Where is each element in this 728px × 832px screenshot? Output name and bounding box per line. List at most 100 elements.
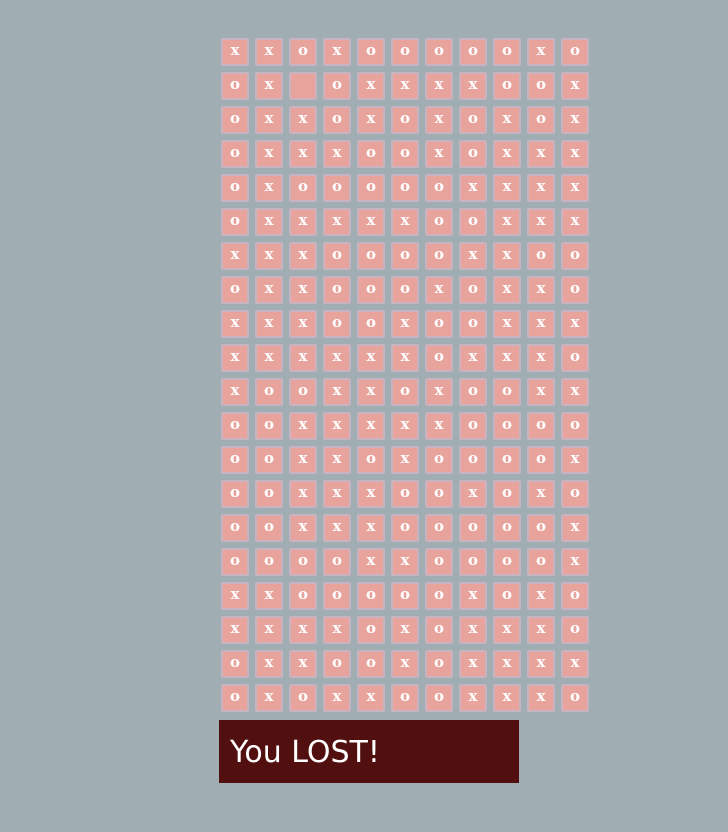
board-cell[interactable]: x <box>255 616 283 644</box>
board-cell[interactable]: o <box>425 344 453 372</box>
board-cell[interactable]: x <box>561 106 589 134</box>
board-cell[interactable]: x <box>493 650 521 678</box>
board-cell[interactable]: o <box>527 514 555 542</box>
board-cell[interactable]: x <box>255 650 283 678</box>
board-cell[interactable]: x <box>323 446 351 474</box>
board-cell[interactable]: o <box>459 276 487 304</box>
board-cell[interactable]: o <box>391 242 419 270</box>
board-cell[interactable]: o <box>323 242 351 270</box>
board-cell[interactable]: x <box>561 514 589 542</box>
board-cell[interactable]: x <box>357 378 385 406</box>
board-cell[interactable]: x <box>527 38 555 66</box>
board-cell[interactable]: o <box>459 106 487 134</box>
board-cell[interactable]: o <box>289 174 317 202</box>
board-cell[interactable]: o <box>459 548 487 576</box>
board-cell[interactable]: o <box>459 446 487 474</box>
board-cell[interactable]: x <box>221 310 249 338</box>
board-cell[interactable]: o <box>221 650 249 678</box>
board-cell[interactable]: o <box>323 310 351 338</box>
board-cell[interactable]: x <box>255 242 283 270</box>
board-cell[interactable]: x <box>493 140 521 168</box>
board-cell[interactable]: o <box>323 72 351 100</box>
board-cell[interactable]: o <box>493 480 521 508</box>
board-cell[interactable]: x <box>255 106 283 134</box>
board-cell[interactable]: o <box>221 276 249 304</box>
board-cell[interactable]: x <box>289 242 317 270</box>
board-cell[interactable]: x <box>255 582 283 610</box>
board-cell[interactable]: o <box>255 514 283 542</box>
board-cell[interactable]: o <box>357 582 385 610</box>
board-cell[interactable]: o <box>527 72 555 100</box>
board-cell[interactable]: x <box>289 208 317 236</box>
board-cell[interactable]: o <box>323 106 351 134</box>
board-cell[interactable]: o <box>561 412 589 440</box>
board-cell[interactable]: o <box>357 174 385 202</box>
board-cell[interactable]: x <box>561 378 589 406</box>
board-cell[interactable]: o <box>221 412 249 440</box>
board-cell[interactable]: x <box>255 140 283 168</box>
board-cell[interactable]: o <box>459 140 487 168</box>
board-cell[interactable]: o <box>323 548 351 576</box>
board-cell[interactable]: o <box>391 140 419 168</box>
board-cell[interactable]: x <box>289 310 317 338</box>
board-cell[interactable]: x <box>289 616 317 644</box>
board-cell[interactable]: o <box>391 480 419 508</box>
board-cell[interactable]: x <box>527 480 555 508</box>
board-cell[interactable]: o <box>459 38 487 66</box>
board-cell[interactable]: x <box>391 208 419 236</box>
board-cell[interactable]: x <box>221 38 249 66</box>
board-cell[interactable]: x <box>527 344 555 372</box>
board-cell[interactable]: x <box>493 242 521 270</box>
board-cell[interactable]: o <box>323 276 351 304</box>
board-cell[interactable]: o <box>357 242 385 270</box>
board-cell[interactable]: x <box>323 514 351 542</box>
board-cell[interactable]: x <box>255 276 283 304</box>
board-cell[interactable]: o <box>391 38 419 66</box>
board-cell[interactable]: x <box>459 650 487 678</box>
board-cell[interactable]: x <box>561 208 589 236</box>
board-cell[interactable]: o <box>289 684 317 712</box>
board-cell[interactable]: o <box>493 38 521 66</box>
board-cell[interactable]: x <box>391 344 419 372</box>
board-cell[interactable]: x <box>323 208 351 236</box>
board-cell[interactable]: o <box>425 684 453 712</box>
board-cell[interactable]: o <box>425 582 453 610</box>
board-cell[interactable]: o <box>425 514 453 542</box>
board-cell[interactable]: x <box>289 412 317 440</box>
board-cell[interactable]: x <box>493 616 521 644</box>
board-cell[interactable]: x <box>323 684 351 712</box>
board-cell[interactable]: o <box>289 38 317 66</box>
board-cell[interactable]: x <box>357 480 385 508</box>
board-cell[interactable]: o <box>357 616 385 644</box>
board-cell[interactable]: o <box>459 208 487 236</box>
board-cell[interactable]: o <box>357 276 385 304</box>
board-cell[interactable]: o <box>289 378 317 406</box>
board-cell[interactable]: x <box>459 72 487 100</box>
board-cell[interactable]: x <box>221 242 249 270</box>
board-cell[interactable]: o <box>425 174 453 202</box>
board-cell[interactable]: o <box>221 684 249 712</box>
board-cell[interactable]: x <box>221 616 249 644</box>
board-cell[interactable]: o <box>459 514 487 542</box>
board-cell[interactable]: x <box>323 616 351 644</box>
board-cell[interactable]: x <box>391 412 419 440</box>
board-cell[interactable]: o <box>357 140 385 168</box>
board-cell[interactable]: x <box>493 106 521 134</box>
board-cell[interactable]: o <box>221 174 249 202</box>
board-cell[interactable]: x <box>561 650 589 678</box>
board-cell[interactable]: o <box>221 446 249 474</box>
board-cell[interactable]: o <box>425 38 453 66</box>
board-cell[interactable]: o <box>357 650 385 678</box>
board-cell[interactable]: o <box>221 514 249 542</box>
board-cell[interactable]: o <box>289 582 317 610</box>
board-cell[interactable]: o <box>323 582 351 610</box>
board-cell[interactable]: x <box>527 616 555 644</box>
board-cell[interactable]: o <box>425 480 453 508</box>
board-cell[interactable]: x <box>425 140 453 168</box>
board-cell[interactable]: x <box>357 106 385 134</box>
board-cell[interactable]: x <box>391 616 419 644</box>
board-cell[interactable]: o <box>391 514 419 542</box>
board-cell[interactable]: x <box>357 208 385 236</box>
board-cell[interactable]: o <box>255 412 283 440</box>
board-cell[interactable]: o <box>459 378 487 406</box>
